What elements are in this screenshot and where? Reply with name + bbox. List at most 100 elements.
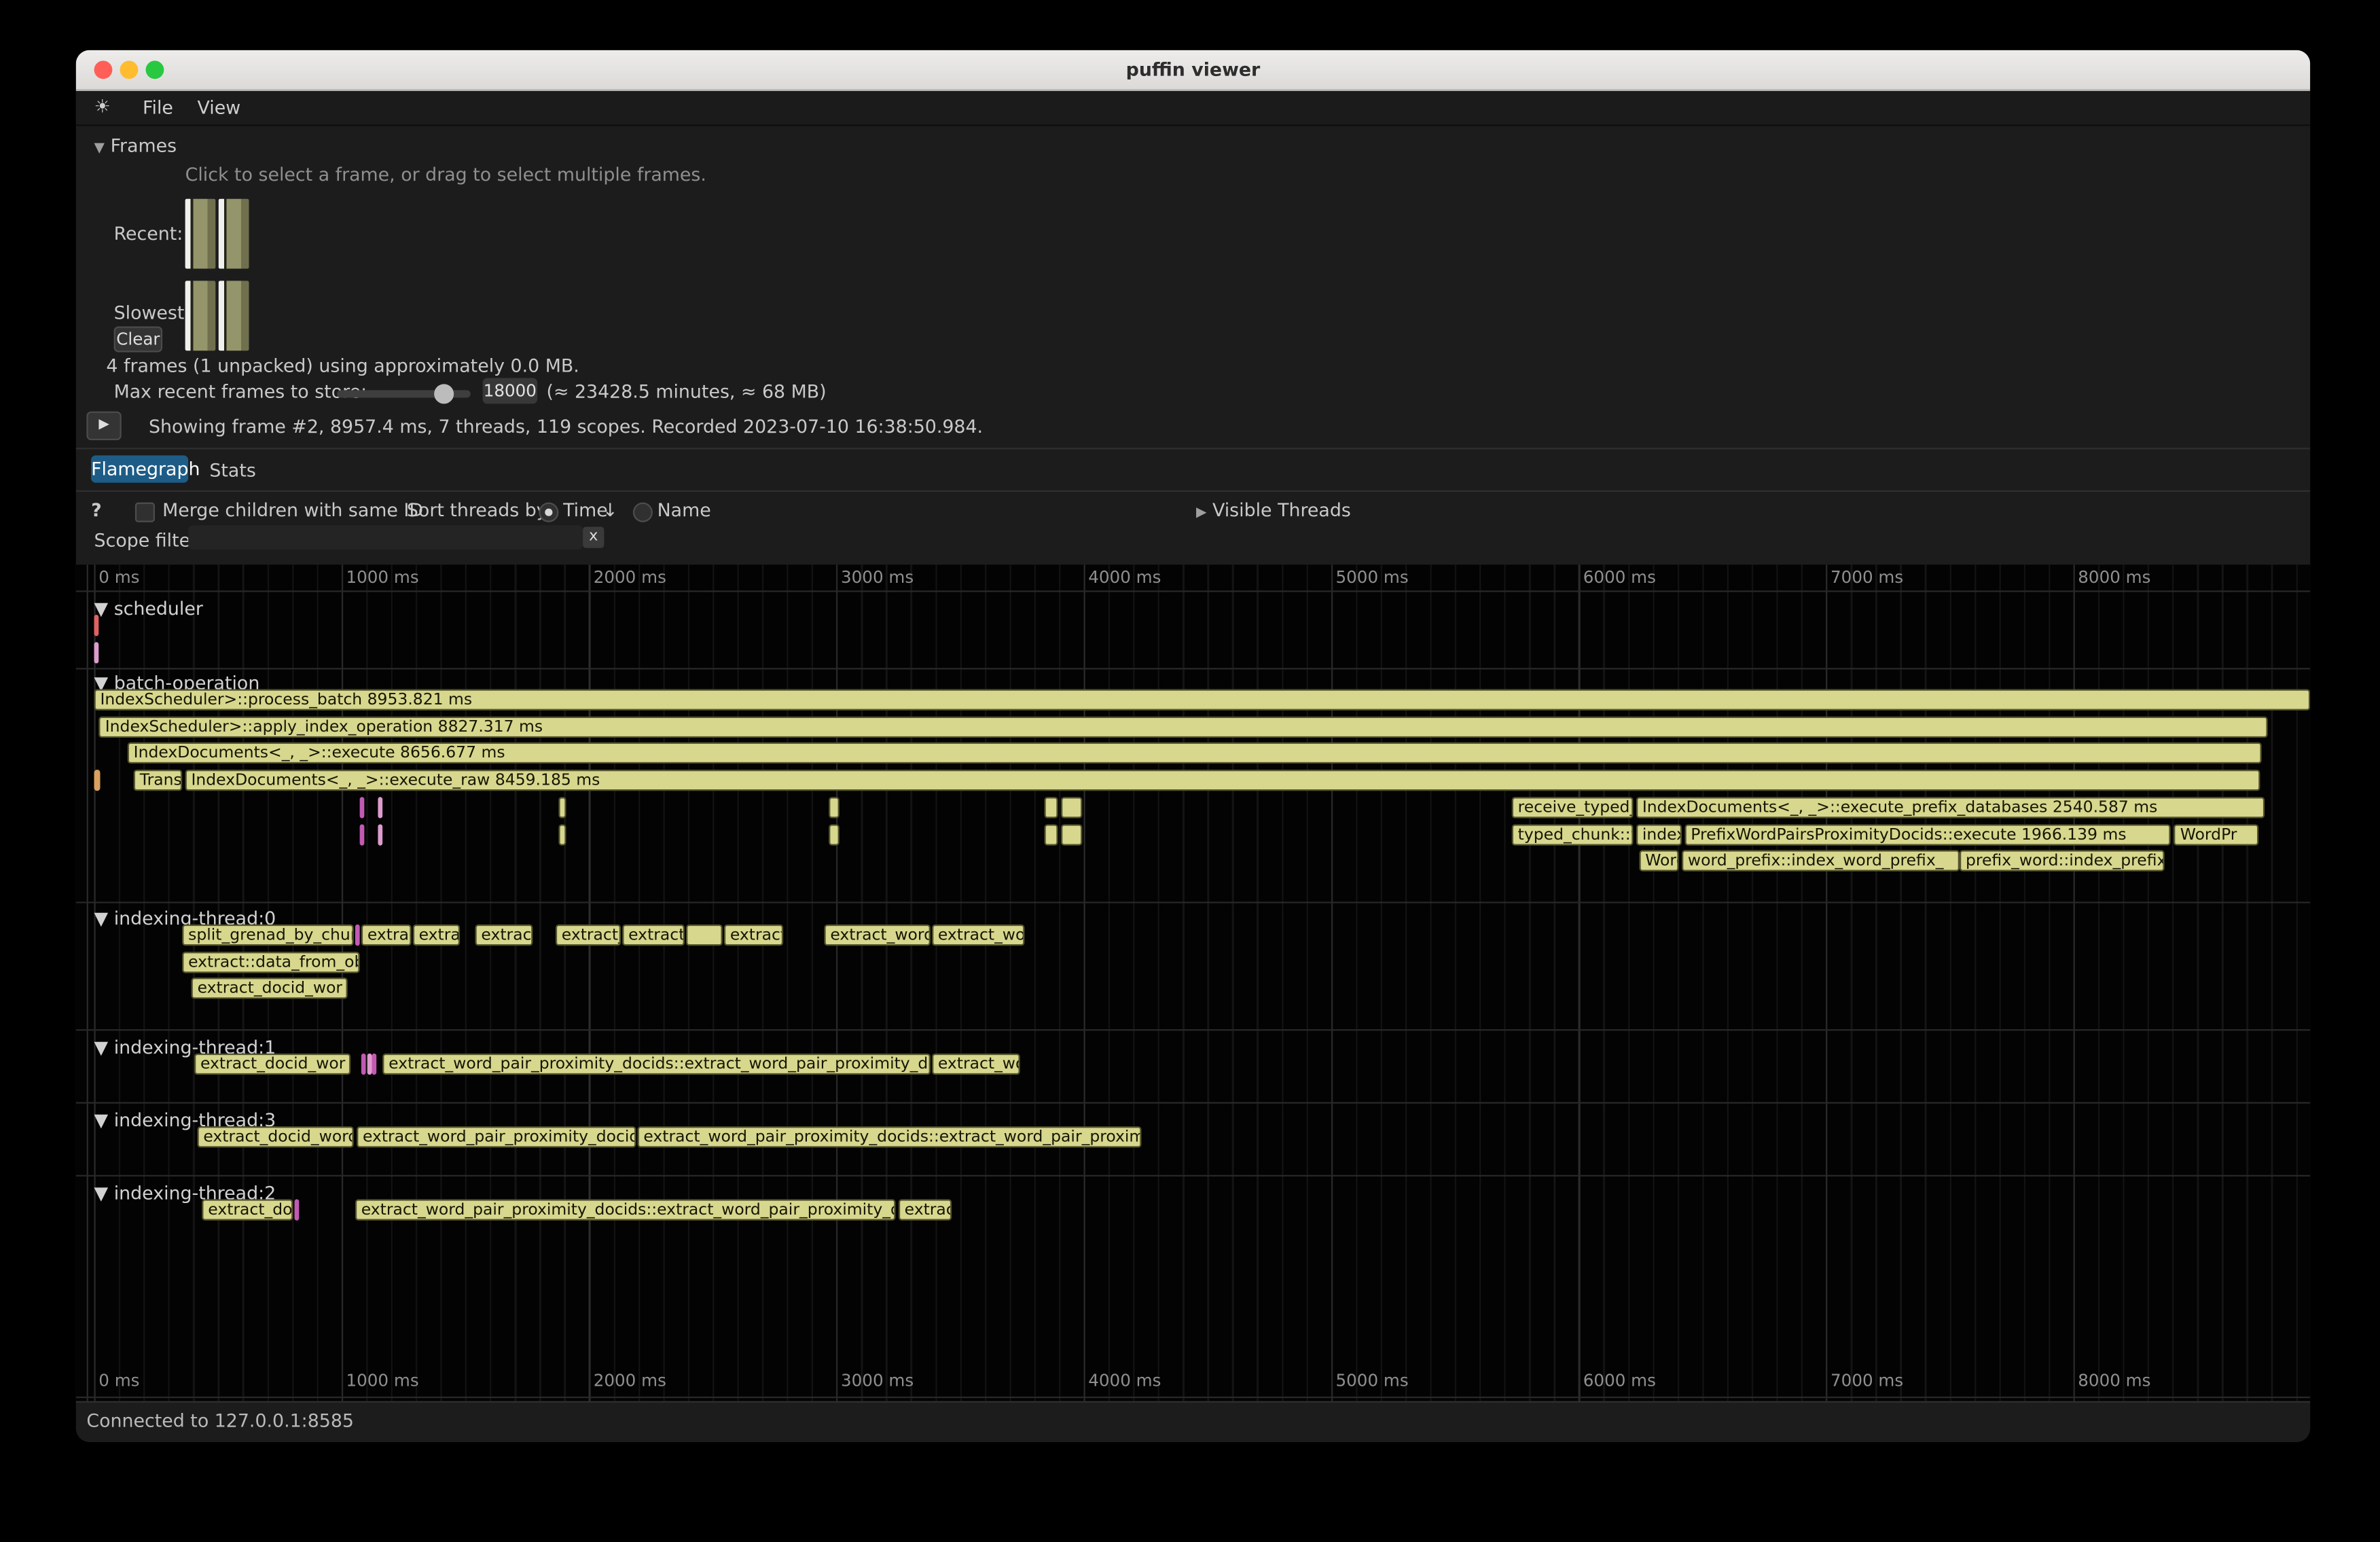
flame-scope-bar[interactable]: IndexScheduler>::process_batch 8953.821 … bbox=[94, 689, 2310, 711]
flame-scope-bar[interactable]: extract_word_pair_proximity_docids bbox=[357, 1126, 636, 1147]
slowest-frames-strip[interactable] bbox=[185, 281, 252, 351]
flame-scope-bar[interactable] bbox=[367, 1054, 372, 1075]
sort-name-radio[interactable] bbox=[633, 503, 653, 522]
flame-scope-bar[interactable]: IndexDocuments<_, _>::execute 8656.677 m… bbox=[128, 743, 2262, 764]
frames-section-header[interactable]: ▼ Frames bbox=[94, 135, 177, 156]
scope-filter-label: Scope filter: bbox=[94, 530, 204, 551]
tab-stats[interactable]: Stats bbox=[209, 460, 255, 481]
connection-status: Connected to 127.0.0.1:8585 bbox=[86, 1410, 354, 1431]
minimize-button[interactable] bbox=[120, 60, 139, 79]
flame-scope-bar[interactable] bbox=[558, 797, 566, 818]
time-tick-label: 8000 ms bbox=[2078, 1371, 2150, 1391]
flame-scope-bar[interactable]: extract_word_pair_proximity_docids::extr… bbox=[382, 1054, 930, 1075]
merge-children-checkbox[interactable] bbox=[135, 503, 155, 522]
flame-scope-bar[interactable]: extra bbox=[413, 925, 460, 946]
visible-threads-toggle[interactable]: ▶ Visible Threads bbox=[1196, 499, 1351, 520]
recent-frame-thumbnail[interactable] bbox=[185, 199, 216, 269]
time-tick-label: 0 ms bbox=[98, 568, 139, 588]
flame-scope-bar[interactable] bbox=[359, 823, 364, 844]
slowest-frame-thumbnail[interactable] bbox=[219, 281, 249, 351]
flame-scope-bar[interactable]: typed_chunk::w bbox=[1512, 823, 1634, 844]
recent-frame-thumbnail[interactable] bbox=[219, 199, 249, 269]
max-frames-note: (≈ 23428.5 minutes, ≈ 68 MB) bbox=[546, 381, 826, 402]
flame-scope-bar[interactable] bbox=[686, 925, 723, 946]
time-tick-label: 2000 ms bbox=[594, 568, 666, 588]
flame-scope-bar[interactable]: WordPr bbox=[2174, 823, 2258, 844]
flame-scope-bar[interactable]: Word bbox=[1639, 850, 1678, 872]
menu-file[interactable]: File bbox=[143, 97, 173, 118]
titlebar[interactable]: puffin viewer bbox=[76, 50, 2310, 91]
flame-scope-bar[interactable] bbox=[361, 1054, 366, 1075]
flame-scope-bar[interactable]: Trans bbox=[134, 770, 182, 791]
flame-scope-bar[interactable]: split_grenad_by_chun bbox=[182, 925, 353, 946]
flame-scope-bar[interactable] bbox=[829, 823, 840, 844]
time-tick-label: 6000 ms bbox=[1583, 568, 1656, 588]
flame-scope-bar[interactable] bbox=[1061, 823, 1082, 844]
flame-scope-bar[interactable]: PrefixWordPairsProximityDocids::execute … bbox=[1684, 823, 2171, 844]
flame-scope-bar[interactable] bbox=[94, 642, 99, 663]
separator bbox=[76, 1401, 2310, 1403]
flame-scope-bar[interactable]: extract_doc bbox=[202, 1199, 293, 1220]
flamegraph-canvas[interactable]: 0 ms0 ms1000 ms1000 ms2000 ms2000 ms3000… bbox=[76, 564, 2310, 1401]
close-button[interactable] bbox=[94, 60, 113, 79]
flame-scope-bar[interactable]: word_prefix::index_word_prefix_ bbox=[1682, 850, 1960, 872]
slowest-frame-thumbnail[interactable] bbox=[185, 281, 216, 351]
flame-scope-bar[interactable]: extract_docid_wor bbox=[194, 1054, 350, 1075]
flame-scope-bar[interactable] bbox=[94, 770, 101, 791]
play-button[interactable]: ▶ bbox=[86, 412, 121, 440]
flame-scope-bar[interactable]: extract bbox=[724, 925, 783, 946]
flame-scope-bar[interactable] bbox=[829, 797, 840, 818]
flame-scope-bar[interactable] bbox=[1061, 797, 1082, 818]
flame-scope-bar[interactable] bbox=[372, 1054, 377, 1075]
scope-filter-input[interactable] bbox=[188, 525, 583, 550]
flame-scope-bar[interactable]: IndexScheduler>::apply_index_operation 8… bbox=[99, 716, 2268, 737]
flame-scope-bar[interactable]: extract_word bbox=[824, 925, 930, 946]
clear-button[interactable]: Clear bbox=[114, 326, 163, 352]
flame-scope-bar[interactable] bbox=[94, 615, 99, 636]
flame-scope-bar[interactable]: receive_typed_ bbox=[1512, 797, 1634, 818]
sort-time-label[interactable]: Time bbox=[563, 499, 608, 520]
flame-scope-bar[interactable]: extract_ bbox=[556, 925, 621, 946]
menu-view[interactable]: View bbox=[198, 97, 241, 118]
sort-time-radio[interactable] bbox=[539, 503, 558, 522]
flame-scope-bar[interactable]: prefix_word::index_prefix_wo bbox=[1960, 850, 2165, 872]
flame-scope-bar[interactable] bbox=[558, 823, 566, 844]
flame-scope-bar[interactable]: extract_word_pair_proximity_docids::extr… bbox=[637, 1126, 1141, 1147]
tab-flamegraph[interactable]: Flamegraph bbox=[91, 455, 188, 482]
sort-name-label[interactable]: Name bbox=[657, 499, 711, 520]
screen: puffin viewer ☀ File View ▼ Frames Click… bbox=[0, 0, 2380, 1542]
time-tick-label: 4000 ms bbox=[1088, 568, 1161, 588]
flame-scope-bar[interactable]: extract_wo bbox=[932, 1054, 1020, 1075]
flame-scope-bar[interactable]: IndexDocuments<_, _>::execute_prefix_dat… bbox=[1636, 797, 2265, 818]
flame-scope-bar[interactable]: extract_ bbox=[622, 925, 684, 946]
flame-scope-bar[interactable]: extrac bbox=[899, 1199, 952, 1220]
thread-header[interactable]: ▼ scheduler bbox=[94, 598, 203, 619]
flame-scope-bar[interactable] bbox=[378, 823, 383, 844]
flame-scope-bar[interactable] bbox=[1044, 823, 1058, 844]
flame-scope-bar[interactable]: extract_word_pair_proximity_docids::extr… bbox=[355, 1199, 896, 1220]
flame-scope-bar[interactable]: extract_wo bbox=[932, 925, 1025, 946]
time-tick-label: 7000 ms bbox=[1831, 1371, 1903, 1391]
clear-filter-button[interactable]: x bbox=[583, 526, 604, 548]
flame-scope-bar[interactable]: extract::data_from_ob bbox=[182, 951, 359, 972]
help-button[interactable]: ? bbox=[91, 499, 102, 520]
max-frames-value[interactable]: 18000 bbox=[483, 378, 537, 404]
flame-scope-bar[interactable] bbox=[355, 925, 360, 946]
max-frames-slider-knob[interactable] bbox=[434, 384, 454, 404]
thread-divider bbox=[76, 1175, 2310, 1177]
flame-scope-bar[interactable]: extract_docid_wor bbox=[192, 978, 348, 999]
flame-scope-bar[interactable] bbox=[295, 1199, 300, 1220]
flame-scope-bar[interactable]: extrac bbox=[475, 925, 533, 946]
flame-scope-bar[interactable]: extract_docid_word bbox=[197, 1126, 353, 1147]
theme-toggle-icon[interactable]: ☀ bbox=[94, 96, 111, 117]
maximize-button[interactable] bbox=[146, 60, 164, 79]
flame-scope-bar[interactable] bbox=[1044, 797, 1058, 818]
flame-scope-bar[interactable] bbox=[378, 797, 383, 818]
sort-direction-icon[interactable]: ↓ bbox=[602, 499, 617, 520]
flame-scope-bar[interactable] bbox=[359, 797, 364, 818]
merge-children-label[interactable]: Merge children with same ID bbox=[162, 499, 423, 520]
flame-scope-bar[interactable]: IndexDocuments<_, _>::execute_raw 8459.1… bbox=[185, 770, 2260, 791]
flame-scope-bar[interactable]: index bbox=[1636, 823, 1682, 844]
recent-frames-strip[interactable] bbox=[185, 199, 252, 269]
flame-scope-bar[interactable]: extract bbox=[361, 925, 412, 946]
